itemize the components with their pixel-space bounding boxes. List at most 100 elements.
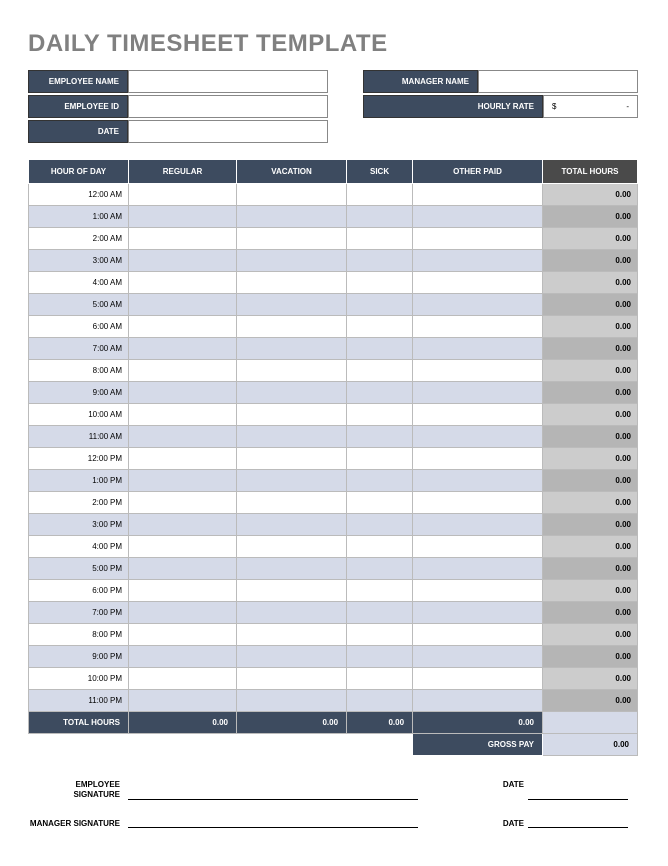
- sick-cell[interactable]: [347, 514, 413, 536]
- regular-cell[interactable]: [129, 668, 237, 690]
- vacation-cell[interactable]: [236, 624, 346, 646]
- sick-cell[interactable]: [347, 184, 413, 206]
- vacation-cell[interactable]: [236, 250, 346, 272]
- sick-cell[interactable]: [347, 294, 413, 316]
- regular-cell[interactable]: [129, 272, 237, 294]
- sick-cell[interactable]: [347, 316, 413, 338]
- regular-cell[interactable]: [129, 316, 237, 338]
- other-cell[interactable]: [413, 316, 543, 338]
- vacation-cell[interactable]: [236, 668, 346, 690]
- sick-cell[interactable]: [347, 580, 413, 602]
- emp-name-input[interactable]: [128, 70, 328, 93]
- other-cell[interactable]: [413, 536, 543, 558]
- sick-cell[interactable]: [347, 426, 413, 448]
- regular-cell[interactable]: [129, 184, 237, 206]
- sick-cell[interactable]: [347, 228, 413, 250]
- sick-cell[interactable]: [347, 646, 413, 668]
- sick-cell[interactable]: [347, 602, 413, 624]
- other-cell[interactable]: [413, 580, 543, 602]
- vacation-cell[interactable]: [236, 514, 346, 536]
- other-cell[interactable]: [413, 646, 543, 668]
- regular-cell[interactable]: [129, 470, 237, 492]
- regular-cell[interactable]: [129, 360, 237, 382]
- vacation-cell[interactable]: [236, 492, 346, 514]
- sick-cell[interactable]: [347, 470, 413, 492]
- other-cell[interactable]: [413, 624, 543, 646]
- vacation-cell[interactable]: [236, 536, 346, 558]
- regular-cell[interactable]: [129, 228, 237, 250]
- other-cell[interactable]: [413, 492, 543, 514]
- sick-cell[interactable]: [347, 536, 413, 558]
- regular-cell[interactable]: [129, 426, 237, 448]
- emp-sig-date-line[interactable]: [528, 799, 628, 800]
- other-cell[interactable]: [413, 228, 543, 250]
- other-cell[interactable]: [413, 338, 543, 360]
- other-cell[interactable]: [413, 206, 543, 228]
- vacation-cell[interactable]: [236, 294, 346, 316]
- sick-cell[interactable]: [347, 404, 413, 426]
- sick-cell[interactable]: [347, 272, 413, 294]
- regular-cell[interactable]: [129, 404, 237, 426]
- regular-cell[interactable]: [129, 250, 237, 272]
- other-cell[interactable]: [413, 690, 543, 712]
- sick-cell[interactable]: [347, 558, 413, 580]
- vacation-cell[interactable]: [236, 382, 346, 404]
- regular-cell[interactable]: [129, 338, 237, 360]
- vacation-cell[interactable]: [236, 448, 346, 470]
- other-cell[interactable]: [413, 382, 543, 404]
- mgr-name-input[interactable]: [478, 70, 638, 93]
- other-cell[interactable]: [413, 668, 543, 690]
- vacation-cell[interactable]: [236, 316, 346, 338]
- rate-input[interactable]: $ -: [543, 95, 638, 118]
- other-cell[interactable]: [413, 470, 543, 492]
- other-cell[interactable]: [413, 360, 543, 382]
- other-cell[interactable]: [413, 514, 543, 536]
- vacation-cell[interactable]: [236, 338, 346, 360]
- other-cell[interactable]: [413, 602, 543, 624]
- vacation-cell[interactable]: [236, 404, 346, 426]
- other-cell[interactable]: [413, 558, 543, 580]
- regular-cell[interactable]: [129, 294, 237, 316]
- regular-cell[interactable]: [129, 624, 237, 646]
- sick-cell[interactable]: [347, 206, 413, 228]
- other-cell[interactable]: [413, 184, 543, 206]
- vacation-cell[interactable]: [236, 602, 346, 624]
- regular-cell[interactable]: [129, 492, 237, 514]
- vacation-cell[interactable]: [236, 228, 346, 250]
- regular-cell[interactable]: [129, 558, 237, 580]
- regular-cell[interactable]: [129, 514, 237, 536]
- regular-cell[interactable]: [129, 206, 237, 228]
- emp-sig-line[interactable]: [128, 799, 418, 800]
- regular-cell[interactable]: [129, 536, 237, 558]
- other-cell[interactable]: [413, 426, 543, 448]
- vacation-cell[interactable]: [236, 558, 346, 580]
- vacation-cell[interactable]: [236, 580, 346, 602]
- sick-cell[interactable]: [347, 448, 413, 470]
- other-cell[interactable]: [413, 272, 543, 294]
- vacation-cell[interactable]: [236, 184, 346, 206]
- mgr-sig-line[interactable]: [128, 827, 418, 828]
- vacation-cell[interactable]: [236, 646, 346, 668]
- regular-cell[interactable]: [129, 690, 237, 712]
- sick-cell[interactable]: [347, 382, 413, 404]
- emp-id-input[interactable]: [128, 95, 328, 118]
- regular-cell[interactable]: [129, 580, 237, 602]
- regular-cell[interactable]: [129, 448, 237, 470]
- sick-cell[interactable]: [347, 360, 413, 382]
- other-cell[interactable]: [413, 294, 543, 316]
- sick-cell[interactable]: [347, 668, 413, 690]
- mgr-sig-date-line[interactable]: [528, 827, 628, 828]
- date-input[interactable]: [128, 120, 328, 143]
- sick-cell[interactable]: [347, 624, 413, 646]
- vacation-cell[interactable]: [236, 206, 346, 228]
- vacation-cell[interactable]: [236, 470, 346, 492]
- regular-cell[interactable]: [129, 382, 237, 404]
- vacation-cell[interactable]: [236, 360, 346, 382]
- vacation-cell[interactable]: [236, 426, 346, 448]
- vacation-cell[interactable]: [236, 690, 346, 712]
- sick-cell[interactable]: [347, 338, 413, 360]
- sick-cell[interactable]: [347, 690, 413, 712]
- vacation-cell[interactable]: [236, 272, 346, 294]
- other-cell[interactable]: [413, 404, 543, 426]
- sick-cell[interactable]: [347, 250, 413, 272]
